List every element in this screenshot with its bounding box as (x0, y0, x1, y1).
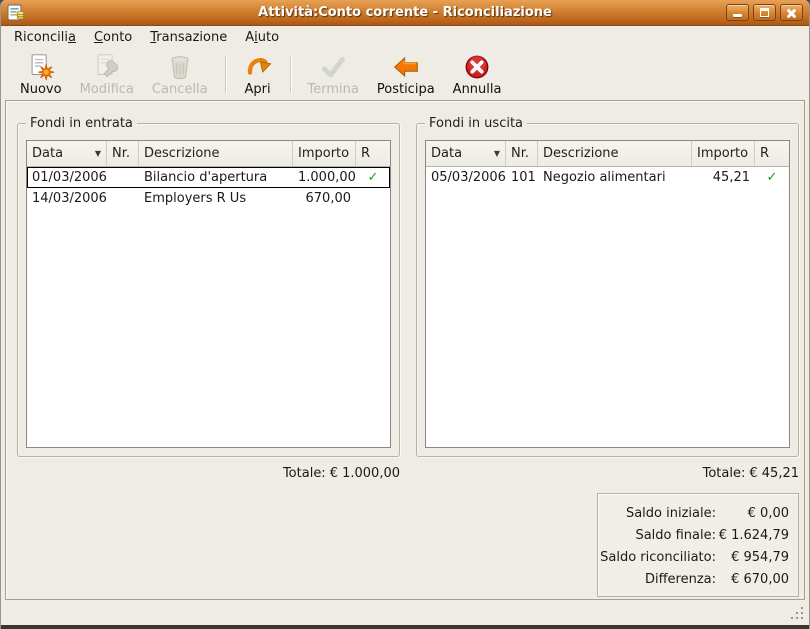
summary-row-saldo-finale: Saldo finale: € 1.624,79 (635, 527, 789, 543)
balance-summary-box: Saldo iniziale: € 0,00 Saldo finale: € 1… (597, 493, 799, 597)
column-header-nr[interactable]: Nr. (506, 141, 538, 166)
totals-row: Totale: € 1.000,00 Totale: € 45,21 (17, 466, 799, 481)
table-row[interactable]: 05/03/2006 101 Negozio alimentari 45,21 … (426, 167, 789, 188)
column-header-data[interactable]: Data ▼ (426, 141, 506, 166)
summary-row-saldo-iniziale: Saldo iniziale: € 0,00 (625, 505, 789, 521)
toolbar-button-label: Nuovo (20, 81, 62, 97)
table-row[interactable]: 14/03/2006 Employers R Us 670,00 (27, 188, 390, 209)
postpone-button[interactable]: Posticipa (368, 51, 444, 98)
reconciled-check-icon: ✓ (367, 170, 379, 185)
menu-transazione[interactable]: Transazione (141, 28, 236, 47)
minimize-icon (733, 14, 742, 17)
toolbar: Nuovo Modifica Cancella Apri Termina Pos… (1, 48, 809, 100)
window-bottom-edge (1, 625, 809, 629)
menu-aiuto[interactable]: Aiuto (236, 28, 288, 47)
column-header-importo[interactable]: Importo (293, 141, 356, 166)
client-area: Fondi in entrata Data ▼ Nr. Descrizione … (5, 100, 805, 600)
titlebar[interactable]: Attività:Conto corrente - Riconciliazion… (1, 0, 809, 26)
toolbar-separator (224, 55, 226, 93)
funds-out-total: Totale: € 45,21 (702, 466, 799, 481)
finish-button: Termina (299, 51, 368, 98)
reconcile-window: Attività:Conto corrente - Riconciliazion… (0, 0, 810, 629)
window-title: Attività:Conto corrente - Riconciliazion… (258, 5, 552, 20)
column-header-data[interactable]: Data ▼ (27, 141, 107, 166)
toolbar-separator (289, 55, 291, 93)
column-header-r[interactable]: R (755, 141, 789, 166)
cancel-button[interactable]: Annulla (444, 51, 511, 98)
summary-row-saldo-riconciliato: Saldo riconciliato: € 954,79 (600, 549, 789, 565)
close-button[interactable] (780, 4, 803, 21)
table-header: Data ▼ Nr. Descrizione Importo R (426, 141, 789, 167)
menubar: Riconcilia Conto Transazione Aiuto (1, 26, 809, 48)
new-document-icon (31, 53, 54, 80)
toolbar-button-label: Modifica (79, 81, 134, 97)
minimize-button[interactable] (726, 4, 749, 21)
resize-grip[interactable] (791, 607, 805, 621)
edit-document-icon (97, 53, 118, 77)
menu-conto[interactable]: Conto (85, 28, 141, 47)
cancel-icon (465, 55, 489, 78)
toolbar-button-label: Apri (244, 81, 271, 97)
column-header-descrizione[interactable]: Descrizione (139, 141, 293, 166)
column-header-nr[interactable]: Nr. (107, 141, 139, 166)
open-account-button[interactable]: Apri (234, 51, 282, 98)
table-row[interactable]: 01/03/2006 Bilancio d'apertura 1.000,00 … (27, 167, 390, 188)
column-header-importo[interactable]: Importo (692, 141, 755, 166)
checkmark-icon (322, 56, 346, 77)
sort-desc-icon: ▼ (94, 149, 101, 158)
new-transaction-button[interactable]: Nuovo (11, 51, 71, 98)
funds-in-panel: Fondi in entrata Data ▼ Nr. Descrizione … (17, 115, 400, 457)
delete-transaction-button: Cancella (143, 51, 217, 98)
jump-arrow-icon (247, 57, 271, 75)
funds-out-title: Fondi in uscita (425, 115, 528, 132)
maximize-button[interactable] (753, 4, 776, 21)
maximize-icon (760, 8, 769, 17)
summary-row-differenza: Differenza: € 670,00 (644, 571, 789, 587)
reconciled-check-icon: ✓ (766, 170, 778, 185)
left-arrow-icon (393, 56, 418, 77)
table-header: Data ▼ Nr. Descrizione Importo R (27, 141, 390, 167)
trash-icon (171, 55, 189, 79)
funds-in-title: Fondi in entrata (26, 115, 137, 132)
toolbar-button-label: Posticipa (376, 81, 435, 97)
funds-out-panel: Fondi in uscita Data ▼ Nr. Descrizione I… (416, 115, 799, 457)
funds-out-table: Data ▼ Nr. Descrizione Importo R 05/03/2… (425, 140, 790, 448)
sort-desc-icon: ▼ (493, 149, 500, 158)
menu-riconcilia[interactable]: Riconcilia (5, 28, 85, 47)
toolbar-button-label: Cancella (151, 81, 208, 97)
column-header-r[interactable]: R (356, 141, 390, 166)
toolbar-button-label: Annulla (452, 81, 502, 97)
statusbar (1, 600, 809, 625)
edit-transaction-button: Modifica (71, 51, 143, 98)
toolbar-button-label: Termina (307, 81, 359, 97)
funds-in-table: Data ▼ Nr. Descrizione Importo R 01/03/2… (26, 140, 391, 448)
funds-in-total: Totale: € 1.000,00 (282, 466, 400, 481)
column-header-descrizione[interactable]: Descrizione (538, 141, 692, 166)
